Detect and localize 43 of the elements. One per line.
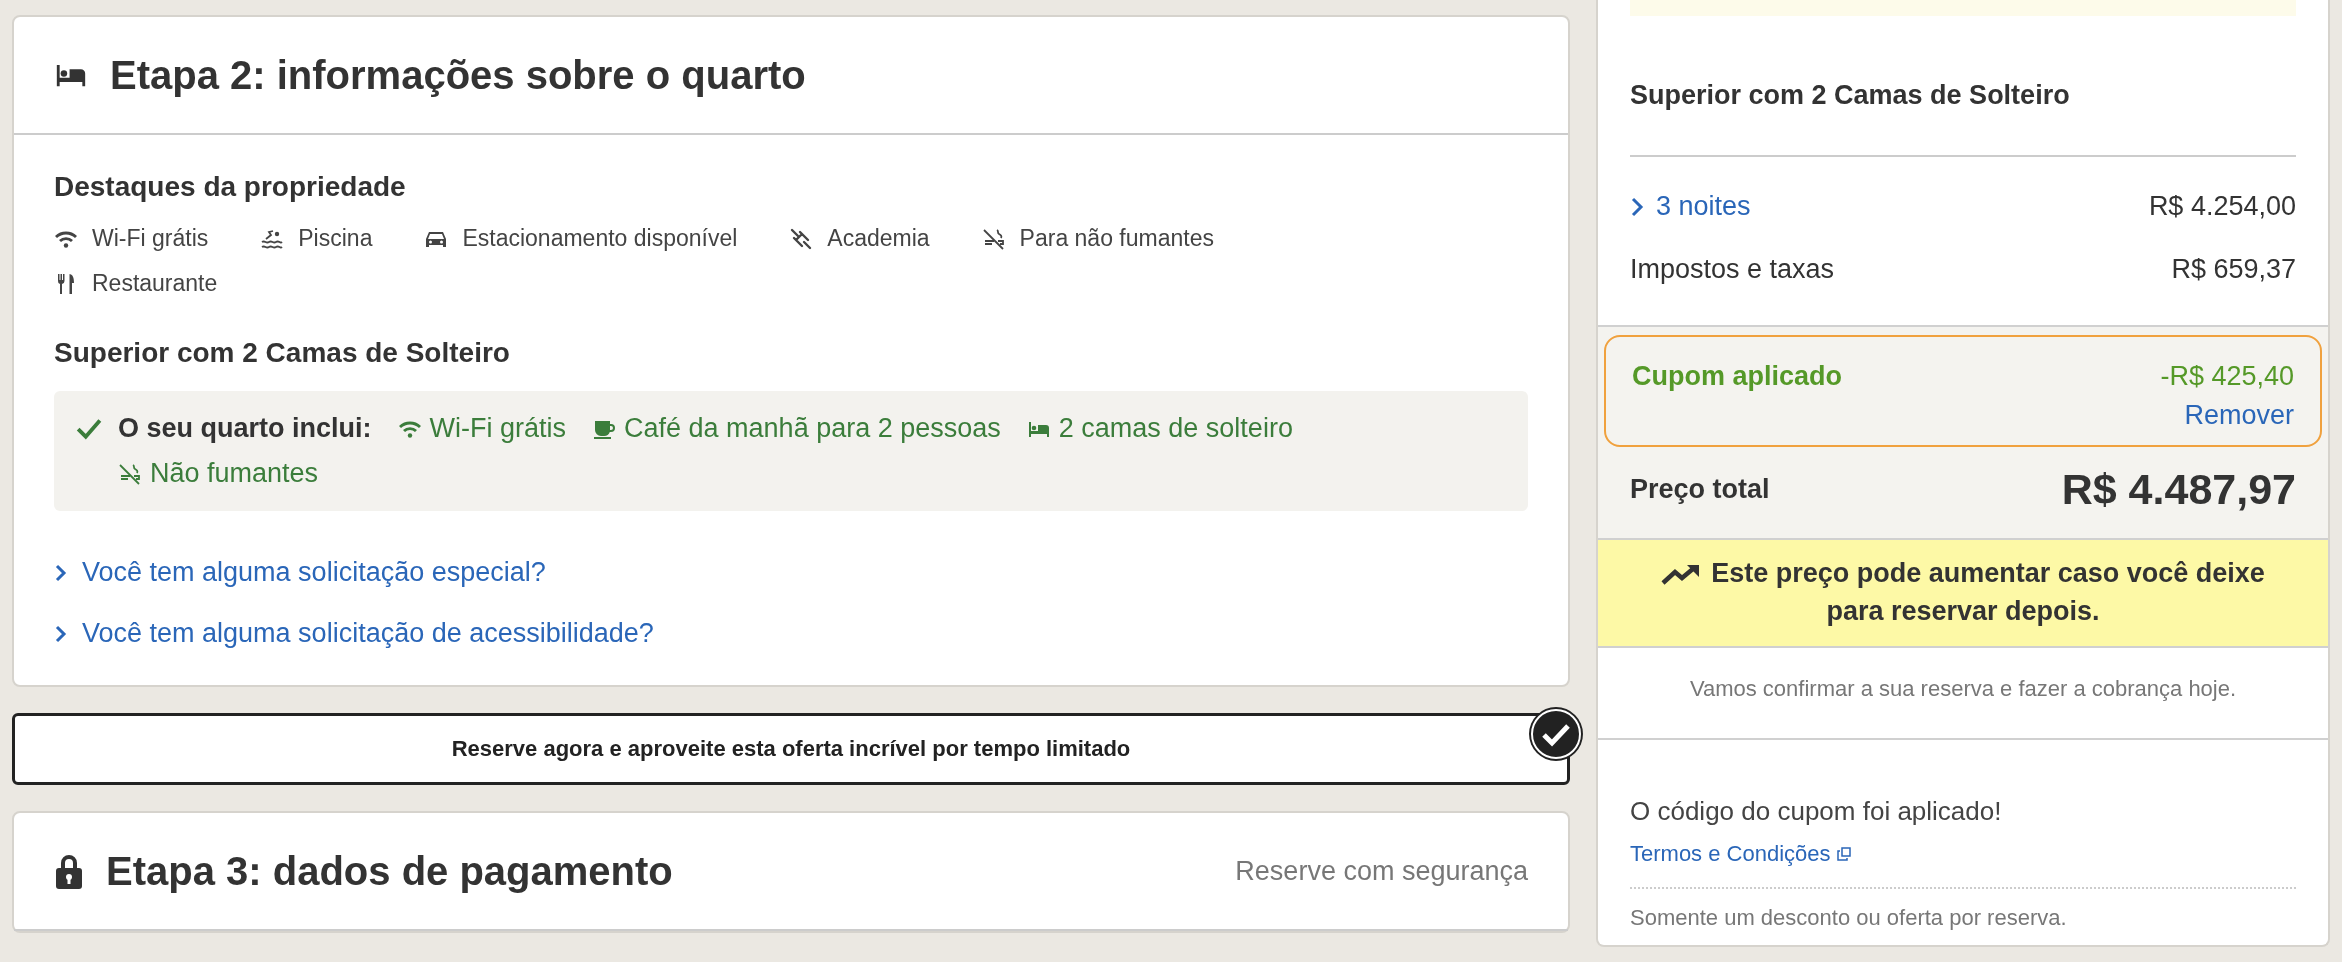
offer-banner: Reserve agora e aproveite esta oferta incrível por tempo limitado xyxy=(12,713,1570,785)
chevron-icon xyxy=(1630,196,1644,217)
amenity-label: Restaurante xyxy=(92,270,218,297)
charge-note: Vamos confirmar a sua reserva e fazer a cobrança hoje. xyxy=(1598,648,2328,740)
included-item: Não fumantes xyxy=(150,458,319,489)
nights-link[interactable]: 3 noites xyxy=(1630,191,1751,222)
no-smoking-icon xyxy=(118,461,142,486)
trend-up-icon xyxy=(1661,562,1702,587)
restriction-note: Somente um desconto ou oferta por reserva. xyxy=(1630,905,2068,931)
section-heading: Destaques da propriedade xyxy=(54,171,407,203)
line-amount: R$ 659,37 xyxy=(2171,254,2296,285)
included-item: Wi-Fi grátis xyxy=(429,413,567,444)
secure-label: Reserve com segurança xyxy=(1235,855,1528,887)
included-item: 2 camas de solteiro xyxy=(1058,413,1293,444)
remove-link[interactable]: Remover xyxy=(2184,400,2294,431)
coupon-message: O código do cupom foi aplicado! xyxy=(1630,795,2003,827)
amenity-label: Estacionamento disponível xyxy=(462,225,738,252)
line-amount: R$ 4.254,00 xyxy=(2148,191,2296,222)
request-link[interactable]: Você tem alguma solicitação especial? xyxy=(54,557,1528,588)
room-name: Superior com 2 Camas de Solteiro xyxy=(54,337,511,369)
chevron-icon xyxy=(54,563,68,582)
amenity-label: Para não fumantes xyxy=(1019,225,1214,252)
total-amount: R$ 4.487,97 xyxy=(2061,465,2296,514)
summary-room-name: Superior com 2 Camas de Solteiro xyxy=(1630,16,2296,157)
coupon-label: Cupom aplicado xyxy=(1632,361,1842,393)
included-label: O seu quarto inclui: xyxy=(118,413,372,444)
lock-icon xyxy=(54,852,84,890)
coupon-amount: -R$ 425,40 xyxy=(2160,361,2294,392)
amenity-label: Wi-Fi grátis xyxy=(92,225,209,252)
no-smoking-icon xyxy=(981,226,1006,251)
step-title: Etapa 3: dados de pagamento xyxy=(106,848,673,894)
total-label: Preço total xyxy=(1630,474,1770,505)
amenity-label: Academia xyxy=(827,225,930,252)
included-item: Café da manhã para 2 pessoas xyxy=(624,413,1001,444)
step-title: Etapa 2: informações sobre o quarto xyxy=(110,52,806,98)
terms-link[interactable]: Termos e Condições xyxy=(1630,841,1851,867)
request-link[interactable]: Você tem alguma solicitação de acessibilidade? xyxy=(54,618,1528,649)
dumbbell-icon xyxy=(789,226,814,251)
amenity-label: Piscina xyxy=(298,225,373,252)
chevron-icon xyxy=(54,624,68,643)
price-alert: Este preço pode aumentar caso você deixe para reservar depois. xyxy=(1598,538,2328,648)
external-link-icon xyxy=(1836,847,1851,861)
line-label: Impostos e taxas xyxy=(1630,254,1835,285)
